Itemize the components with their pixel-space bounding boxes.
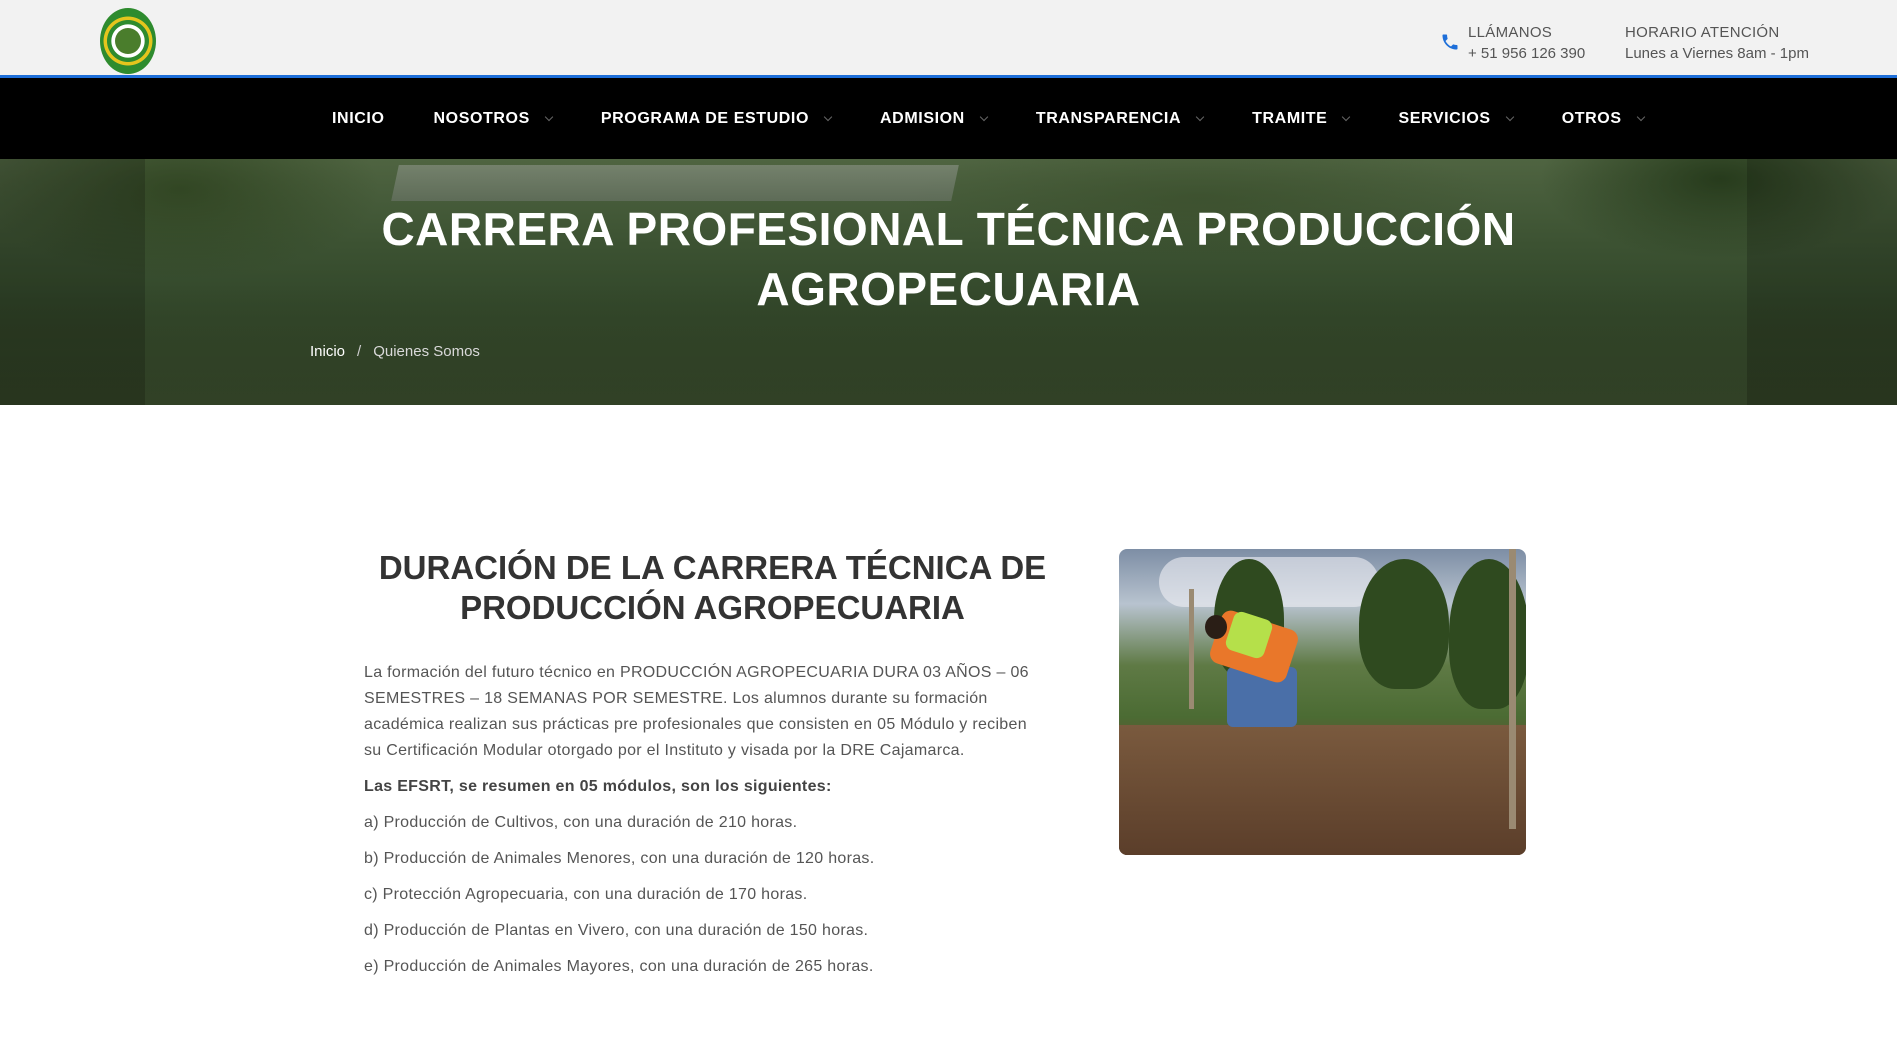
section-title-line2: PRODUCCIÓN AGROPECUARIA <box>460 589 965 626</box>
nav-item-otros[interactable]: OTROS <box>1561 109 1645 128</box>
page-title-line1: CARRERA PROFESIONAL TÉCNICA PRODUCCIÓN <box>381 203 1516 255</box>
contact-phone-title: LLÁMANOS <box>1468 24 1553 41</box>
nav-label: TRAMITE <box>1252 109 1328 127</box>
breadcrumb-home-link[interactable]: Inicio <box>310 343 345 360</box>
logo-emblem <box>115 28 141 54</box>
contact-hours-title: HORARIO ATENCIÓN <box>1625 24 1780 41</box>
chevron-down-icon <box>1505 112 1514 122</box>
nav-item-servicios[interactable]: SERVICIOS <box>1398 109 1514 128</box>
photo-soil <box>1119 725 1526 855</box>
phone-icon <box>1442 34 1458 50</box>
nav-label: NOSOTROS <box>433 109 530 127</box>
nav-label: OTROS <box>1561 109 1622 127</box>
nav-item-nosotros[interactable]: NOSOTROS <box>433 109 554 128</box>
photo-pole <box>1189 589 1194 709</box>
modules-summary: Las EFSRT, se resumen en 05 módulos, son… <box>364 778 832 795</box>
nav-item-admision[interactable]: ADMISION <box>880 109 989 128</box>
photo-person-head <box>1205 615 1227 639</box>
breadcrumb-current: Quienes Somos <box>373 343 480 360</box>
chevron-down-icon <box>1342 112 1351 122</box>
institute-logo[interactable] <box>100 8 156 74</box>
intro-paragraph: La formación del futuro técnico en PRODU… <box>364 664 1029 759</box>
hero-background-roof <box>391 165 959 201</box>
contact-phone-value[interactable]: + 51 956 126 390 <box>1468 43 1585 64</box>
page-title-line2: AGROPECUARIA <box>756 263 1141 315</box>
nav-item-transparencia[interactable]: TRANSPARENCIA <box>1035 109 1205 128</box>
module-item: e) Producción de Animales Mayores, con u… <box>364 958 874 975</box>
nav-label: SERVICIOS <box>1398 109 1491 127</box>
breadcrumb: Inicio / Quienes Somos <box>310 343 480 360</box>
nav-label: INICIO <box>332 109 385 127</box>
nav-label: ADMISION <box>880 109 965 127</box>
contact-phone: LLÁMANOS + 51 956 126 390 <box>1440 22 1585 64</box>
nav-label: TRANSPARENCIA <box>1035 109 1182 127</box>
nav-item-inicio[interactable]: INICIO <box>332 110 385 128</box>
photo-tree <box>1359 559 1449 689</box>
chevron-down-icon <box>823 112 833 122</box>
breadcrumb-separator: / <box>357 343 362 360</box>
photo-pole <box>1509 549 1516 829</box>
top-bar: LLÁMANOS + 51 956 126 390 HORARIO ATENCI… <box>0 0 1897 78</box>
section-title: DURACIÓN DE LA CARRERA TÉCNICA DE PRODUC… <box>355 548 1070 628</box>
page-title: CARRERA PROFESIONAL TÉCNICA PRODUCCIÓN A… <box>0 199 1897 319</box>
module-item: c) Protección Agropecuaria, con una dura… <box>364 886 808 903</box>
module-item: a) Producción de Cultivos, con una durac… <box>364 814 798 831</box>
nav-item-tramite[interactable]: TRAMITE <box>1252 109 1351 128</box>
section-title-line1: DURACIÓN DE LA CARRERA TÉCNICA DE <box>378 549 1047 586</box>
contact-hours-value: Lunes a Viernes 8am - 1pm <box>1625 45 1809 62</box>
student-field-photo <box>1119 549 1526 855</box>
module-item: b) Producción de Animales Menores, con u… <box>364 850 875 867</box>
module-item: d) Producción de Plantas en Vivero, con … <box>364 922 869 939</box>
page-hero: CARRERA PROFESIONAL TÉCNICA PRODUCCIÓN A… <box>0 159 1897 405</box>
chevron-down-icon <box>1195 112 1205 122</box>
contact-hours: HORARIO ATENCIÓN Lunes a Viernes 8am - 1… <box>1625 22 1809 64</box>
main-nav: INICIO NOSOTROS PROGRAMA DE ESTUDIO ADMI… <box>0 78 1897 159</box>
nav-label: PROGRAMA DE ESTUDIO <box>600 109 810 127</box>
chevron-down-icon <box>1636 112 1645 122</box>
nav-item-programa-de-estudio[interactable]: PROGRAMA DE ESTUDIO <box>600 109 833 128</box>
chevron-down-icon <box>544 112 554 122</box>
chevron-down-icon <box>979 112 989 122</box>
section-body: La formación del futuro técnico en PRODU… <box>364 660 1044 990</box>
